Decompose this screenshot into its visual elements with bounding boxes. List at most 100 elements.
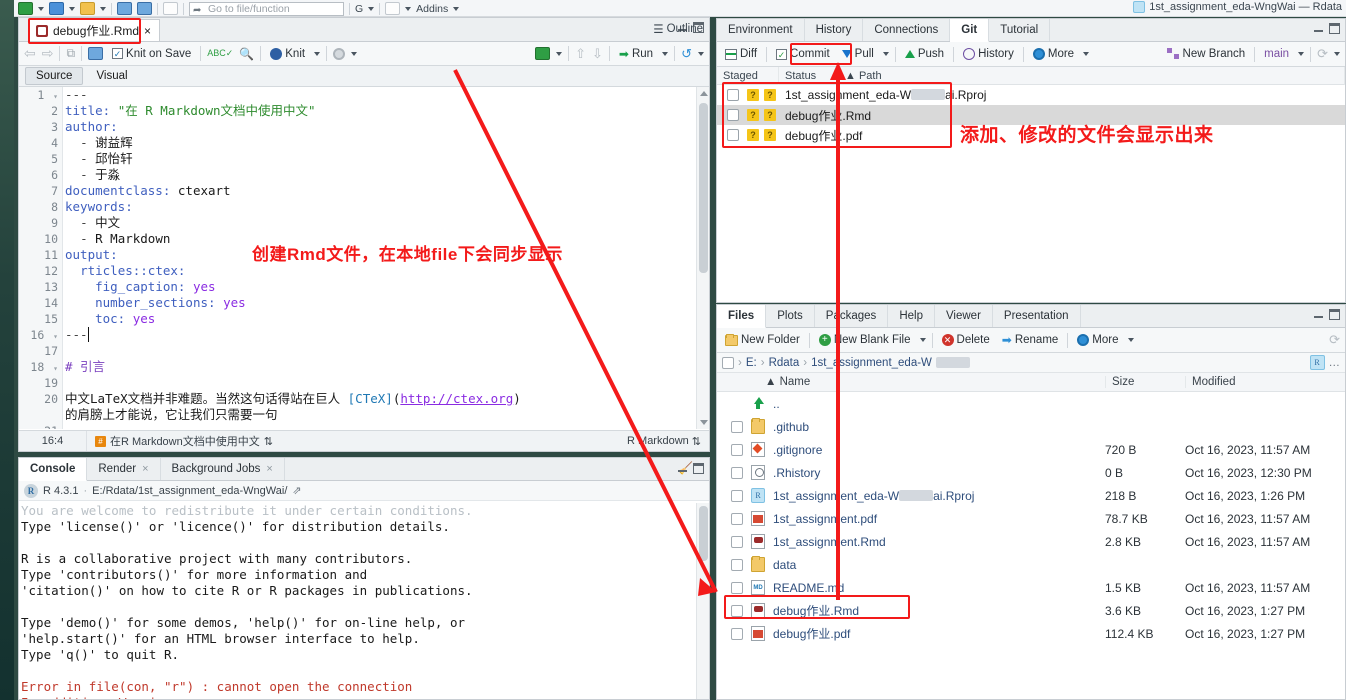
breadcrumb-item-0[interactable]: E: (746, 357, 757, 369)
file-name[interactable]: debug作业.pdf (773, 625, 1105, 642)
file-row[interactable]: .. (717, 392, 1345, 415)
git-diff-button[interactable]: Diff (722, 47, 760, 61)
file-name[interactable]: 1st_assignment.pdf (773, 512, 1105, 526)
breadcrumb-item-1[interactable]: Rdata (769, 357, 800, 369)
column-modified[interactable]: Modified (1185, 376, 1345, 388)
back-arrow-icon[interactable]: ⇦ (24, 45, 36, 62)
file-row[interactable]: R 1st_assignment_eda-W ai.Rproj 218 B Oct 16… (717, 484, 1345, 507)
go-to-project-directory-icon[interactable]: R (1309, 355, 1325, 370)
git-branch-selector[interactable]: main (1261, 47, 1292, 61)
file-row[interactable]: .Rhistory 0 B Oct 16, 2023, 12:30 PM (717, 461, 1345, 484)
tab-connections[interactable]: Connections (863, 19, 951, 41)
show-in-new-window-icon[interactable]: ⧉ (66, 46, 75, 61)
new-project-icon[interactable] (49, 2, 64, 15)
file-name[interactable]: debug作业.Rmd (773, 602, 1105, 619)
file-select-checkbox[interactable] (731, 558, 743, 571)
close-tab-icon[interactable]: × (266, 463, 272, 475)
git-push-button[interactable]: Push (902, 47, 947, 61)
file-name[interactable]: data (773, 558, 1105, 572)
next-chunk-icon[interactable]: ⇩ (592, 46, 603, 62)
tab-source[interactable]: Source (25, 67, 84, 85)
scroll-up-icon[interactable] (700, 91, 708, 96)
current-chunk-selector[interactable]: # 在R Markdown文档中使用中文 ⇅ (87, 433, 273, 449)
staged-checkbox[interactable] (727, 129, 739, 141)
tab-files[interactable]: Files (717, 305, 767, 328)
staged-checkbox[interactable] (727, 109, 739, 121)
console-scrollbar[interactable] (696, 503, 709, 699)
file-name[interactable]: .github (773, 420, 1105, 434)
new-project-dropdown-icon[interactable] (69, 6, 75, 11)
file-select-checkbox[interactable] (731, 535, 743, 548)
tab-git[interactable]: Git (950, 19, 990, 42)
git-toolbar-icon[interactable]: G (355, 3, 363, 15)
code-content[interactable]: --- title: "在 R Markdown文档中使用中文" author: -… (65, 87, 695, 429)
file-name[interactable]: .Rhistory (773, 466, 1105, 480)
tab-environment[interactable]: Environment (717, 19, 805, 41)
rerun-icon[interactable]: ↺ (681, 46, 692, 62)
file-row[interactable]: data (717, 553, 1345, 576)
git-file-list[interactable]: ?? 1st_assignment_eda-W ai.Rproj?? debug作业.… (717, 85, 1345, 145)
addins-dropdown-icon[interactable] (453, 6, 460, 11)
file-row[interactable]: 1st_assignment.Rmd 2.8 KB Oct 16, 2023, 11… (717, 530, 1345, 553)
breadcrumb-item-2[interactable]: 1st_assignment_eda-W (811, 357, 932, 369)
document-type-selector[interactable]: R Markdown ⇅ (627, 435, 701, 448)
rerun-dropdown-icon[interactable] (698, 51, 704, 56)
files-refresh-icon[interactable]: ⟳ (1329, 332, 1340, 348)
file-name[interactable]: .gitignore (773, 443, 1105, 457)
knit-on-save-checkbox[interactable]: ✓ Knit on Save (109, 47, 194, 61)
maximize-files-icon[interactable] (1329, 309, 1340, 320)
search-icon[interactable]: 🔍 (239, 47, 254, 61)
file-select-checkbox[interactable] (731, 466, 743, 479)
git-file-row[interactable]: ?? debug作业.pdf (717, 125, 1345, 145)
file-select-checkbox[interactable] (731, 420, 743, 433)
workspace-panes-dropdown-icon[interactable] (405, 6, 412, 11)
addins-label[interactable]: Addins (416, 3, 448, 15)
git-file-row[interactable]: ?? 1st_assignment_eda-W ai.Rproj (717, 85, 1345, 105)
tab-render[interactable]: Render × (87, 458, 161, 480)
file-select-checkbox[interactable] (731, 627, 743, 640)
document-settings-gear-icon[interactable] (333, 47, 346, 60)
settings-dropdown-icon[interactable] (351, 51, 358, 56)
tab-presentation[interactable]: Presentation (993, 305, 1081, 327)
column-size[interactable]: Size (1105, 376, 1185, 388)
tab-plots[interactable]: Plots (766, 305, 815, 327)
file-row[interactable]: 1st_assignment.pdf 78.7 KB Oct 16, 2023, 1… (717, 507, 1345, 530)
git-more-button[interactable]: More (1030, 47, 1077, 61)
minimize-files-icon[interactable] (1313, 309, 1324, 320)
tab-visual[interactable]: Visual (85, 67, 138, 85)
git-file-row[interactable]: ?? debug作业.Rmd (717, 105, 1345, 125)
code-editor-area[interactable]: 1 ▾2345678910111213141516 ▾1718 ▾192021 … (19, 87, 709, 429)
file-tab-debug-rmd[interactable]: debug作业.Rmd × (29, 19, 161, 41)
file-row[interactable]: MD README.md 1.5 KB Oct 16, 2023, 11:57 AM (717, 576, 1345, 599)
column-path[interactable]: ▲ Path (839, 66, 1345, 85)
new-blank-file-dropdown-icon[interactable] (919, 338, 926, 342)
scrollbar-thumb[interactable] (699, 103, 708, 273)
tab-viewer[interactable]: Viewer (935, 305, 993, 327)
git-history-button[interactable]: History (960, 47, 1017, 61)
print-icon[interactable] (163, 2, 178, 15)
tab-tutorial[interactable]: Tutorial (989, 19, 1051, 41)
outline-toggle[interactable]: ☰ Outline (653, 18, 703, 39)
git-new-branch-button[interactable]: New Branch (1164, 47, 1249, 61)
save-document-icon[interactable] (88, 47, 104, 60)
more-breadcrumb-icon[interactable]: … (1329, 357, 1341, 369)
maximize-git-icon[interactable] (1329, 23, 1340, 34)
more-dropdown-icon[interactable] (1083, 52, 1090, 56)
file-select-checkbox[interactable] (731, 443, 743, 456)
knit-button[interactable]: Knit (267, 47, 308, 61)
file-name[interactable]: 1st_assignment_eda-W ai.Rproj (773, 489, 1105, 503)
tab-console[interactable]: Console (19, 458, 88, 481)
open-file-icon[interactable] (80, 2, 95, 15)
minimize-console-icon[interactable] (677, 463, 688, 474)
new-folder-button[interactable]: New Folder (722, 333, 803, 347)
file-select-checkbox[interactable] (731, 604, 743, 617)
git-commit-button[interactable]: ✓ Commit (773, 47, 833, 61)
file-name[interactable]: .. (773, 397, 1105, 411)
working-directory-label[interactable]: E:/Rdata/1st_assignment_eda-WngWai/ (92, 485, 287, 497)
insert-chunk-icon[interactable] (535, 47, 551, 60)
tab-help[interactable]: Help (888, 305, 935, 327)
select-all-checkbox[interactable] (722, 356, 734, 369)
console-output[interactable]: You are welcome to redistribute it under… (21, 503, 695, 699)
file-select-checkbox[interactable] (731, 489, 743, 502)
file-select-checkbox[interactable] (731, 512, 743, 525)
